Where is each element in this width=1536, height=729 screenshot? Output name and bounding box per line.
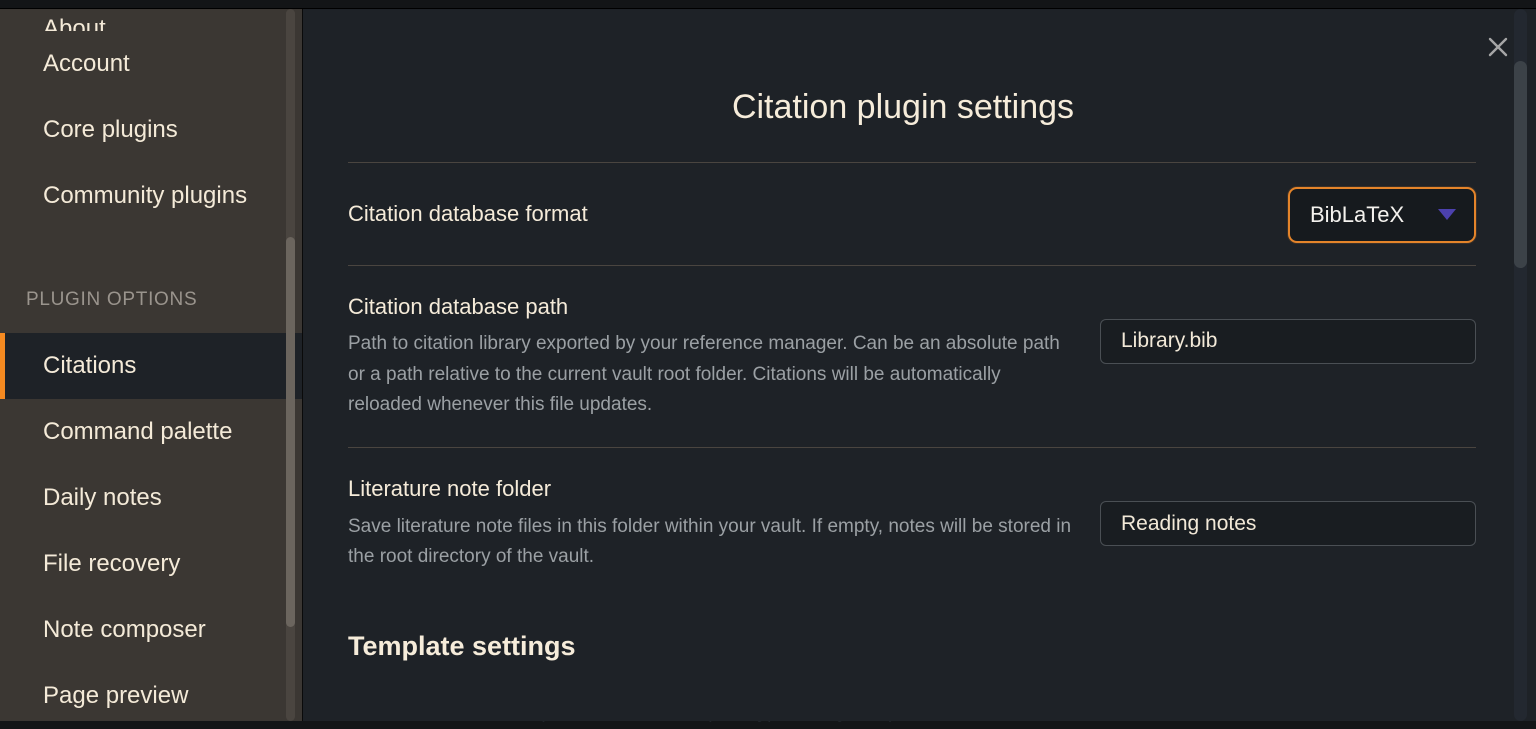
- sidebar-item-core-plugins[interactable]: Core plugins: [0, 97, 302, 163]
- sidebar-item-label: Daily notes: [43, 484, 162, 511]
- sidebar-item-community-plugins[interactable]: Community plugins: [0, 163, 302, 229]
- sidebar-item-label: Note composer: [43, 616, 206, 643]
- sidebar-item-daily-notes[interactable]: Daily notes: [0, 465, 302, 531]
- settings-content-panel: Citation plugin settings Citation databa…: [303, 9, 1536, 721]
- setting-name: Citation database path: [348, 293, 569, 319]
- settings-scroll-area: Citation plugin settings Citation databa…: [303, 9, 1536, 721]
- close-icon[interactable]: [1482, 31, 1514, 63]
- sidebar-item-label: Citations: [43, 352, 137, 379]
- sidebar-item-command-palette[interactable]: Command palette: [0, 399, 302, 465]
- setting-info: Literature note folder Save literature n…: [348, 475, 1074, 572]
- setting-row: Literature note folder Save literature n…: [348, 448, 1476, 599]
- dropdown-value: BibLaTeX: [1310, 201, 1405, 227]
- sidebar-item-account[interactable]: Account: [0, 31, 302, 97]
- setting-row: Citation database path Path to citation …: [348, 266, 1476, 448]
- sidebar-item-note-composer[interactable]: Note composer: [0, 597, 302, 663]
- settings-sidebar: About Account Core plugins Community plu…: [0, 9, 303, 721]
- sidebar-item-label: Page preview: [43, 682, 189, 709]
- setting-info: Citation database format: [348, 200, 1078, 228]
- setting-description: Save literature note files in this folde…: [348, 515, 1072, 568]
- setting-row: Citation database format BibLaTeX: [348, 163, 1476, 265]
- literature-note-folder-input[interactable]: [1100, 501, 1476, 547]
- sidebar-item-label: Core plugins: [43, 116, 178, 143]
- sidebar-item-label: Command palette: [43, 418, 233, 445]
- content-scrollbar-thumb[interactable]: [1514, 61, 1527, 268]
- setting-description: Path to citation library exported by you…: [348, 333, 1060, 416]
- sidebar-item-page-preview[interactable]: Page preview: [0, 663, 302, 721]
- setting-info: Citation database path Path to citation …: [348, 293, 1074, 421]
- sidebar-item-about[interactable]: About: [0, 9, 302, 32]
- citation-database-format-dropdown[interactable]: BibLaTeX: [1288, 186, 1476, 243]
- sidebar-section-plugin-options: PLUGIN OPTIONS: [26, 289, 198, 310]
- setting-control: BibLaTeX: [1288, 185, 1476, 243]
- citation-database-path-input[interactable]: [1100, 318, 1476, 364]
- setting-name: Literature note folder: [348, 476, 552, 502]
- setting-name: Citation database format: [348, 201, 588, 227]
- sidebar-scrollbar-thumb[interactable]: [286, 237, 295, 627]
- content-scrollbar[interactable]: [1514, 9, 1527, 721]
- sidebar-scrollbar[interactable]: [286, 9, 295, 721]
- chevron-down-icon: [1438, 209, 1456, 221]
- sidebar-item-label: Account: [43, 50, 130, 77]
- settings-modal: About Account Core plugins Community plu…: [0, 8, 1536, 721]
- sidebar-item-label: File recovery: [43, 550, 181, 577]
- setting-control: [1100, 475, 1476, 547]
- sidebar-item-label: About: [43, 15, 106, 32]
- sidebar-item-citations[interactable]: Citations: [0, 333, 302, 399]
- sidebar-item-file-recovery[interactable]: File recovery: [0, 531, 302, 597]
- section-heading-template-settings: Template settings: [348, 630, 576, 661]
- setting-control: [1100, 293, 1476, 364]
- page-title: Citation plugin settings: [731, 88, 1075, 126]
- sidebar-item-label: Community plugins: [43, 182, 248, 209]
